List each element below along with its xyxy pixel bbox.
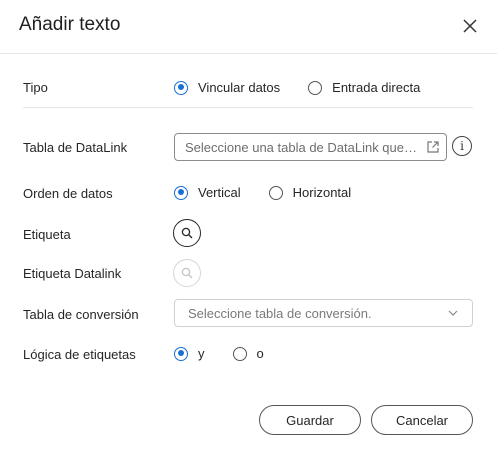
radio-vertical[interactable]: Vertical [174, 185, 241, 200]
radio-o[interactable]: o [232, 346, 264, 361]
tabla-datalink-field[interactable]: Seleccione una tabla de DataLink que vin… [174, 133, 447, 161]
section-divider [23, 107, 473, 108]
save-button[interactable]: Guardar [259, 405, 361, 435]
search-icon [181, 267, 193, 279]
tipo-radio-group: Vincular datos Entrada directa [174, 80, 420, 95]
radio-selected-indicator [174, 346, 188, 361]
tabla-conversion-label: Tabla de conversión [23, 307, 139, 322]
radio-label: Horizontal [292, 185, 352, 200]
radio-unselected-indicator [268, 185, 283, 200]
tabla-datalink-placeholder: Seleccione una tabla de DataLink que vin… [185, 139, 420, 155]
radio-label: y [198, 346, 205, 361]
radio-label: o [256, 346, 264, 361]
radio-label: Vincular datos [198, 80, 281, 95]
etiqueta-datalink-label: Etiqueta Datalink [23, 266, 122, 281]
close-icon[interactable] [460, 16, 480, 36]
info-icon[interactable]: i [452, 136, 472, 156]
tabla-conversion-select[interactable]: Seleccione tabla de conversión. [174, 299, 473, 327]
search-icon [181, 227, 193, 239]
orden-datos-label: Orden de datos [23, 186, 113, 201]
radio-selected-indicator [174, 185, 188, 200]
radio-unselected-indicator [232, 346, 247, 361]
radio-entrada-directa[interactable]: Entrada directa [308, 80, 420, 95]
radio-y[interactable]: y [174, 346, 205, 361]
radio-horizontal[interactable]: Horizontal [268, 185, 352, 200]
radio-label: Entrada directa [332, 80, 421, 95]
external-link-icon[interactable] [420, 134, 446, 160]
dialog-title: Añadir texto [19, 14, 121, 35]
radio-unselected-indicator [308, 80, 323, 95]
logica-etiquetas-label: Lógica de etiquetas [23, 347, 136, 362]
tipo-label: Tipo [23, 80, 48, 95]
tabla-datalink-label: Tabla de DataLink [23, 140, 128, 155]
chevron-down-icon [440, 300, 466, 326]
cancel-button[interactable]: Cancelar [371, 405, 473, 435]
header-divider [0, 53, 497, 54]
add-text-dialog: Añadir texto Tipo Vincular datos Entrada… [0, 0, 497, 450]
radio-label: Vertical [198, 185, 241, 200]
etiqueta-search-button[interactable] [173, 219, 201, 247]
etiqueta-datalink-search-button[interactable] [173, 259, 201, 287]
orden-datos-radio-group: Vertical Horizontal [174, 185, 351, 200]
radio-vincular-datos[interactable]: Vincular datos [174, 80, 280, 95]
tabla-conversion-placeholder: Seleccione tabla de conversión. [188, 305, 372, 321]
radio-selected-indicator [174, 80, 188, 95]
etiqueta-label: Etiqueta [23, 227, 71, 242]
logica-etiquetas-radio-group: y o [174, 346, 264, 361]
